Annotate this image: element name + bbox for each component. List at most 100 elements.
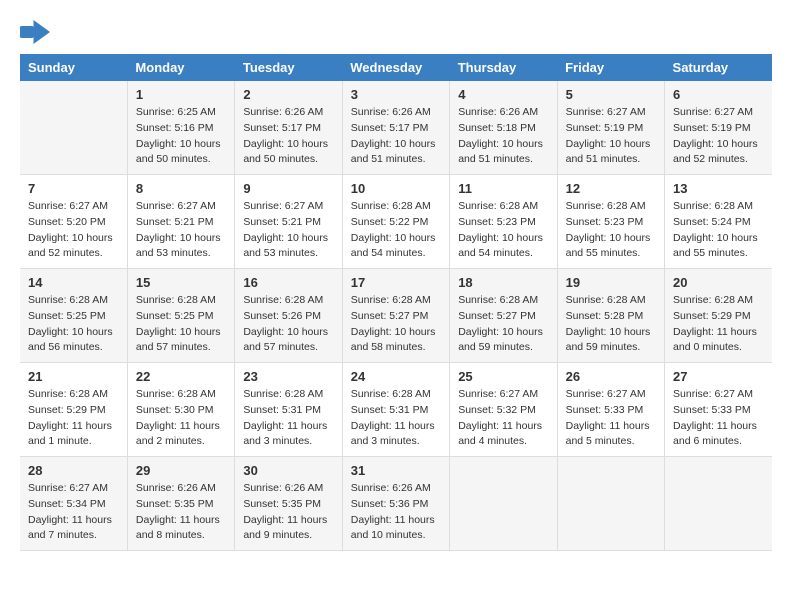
logo <box>20 20 54 44</box>
day-number: 11 <box>458 181 548 196</box>
calendar-cell: 20Sunrise: 6:28 AMSunset: 5:29 PMDayligh… <box>665 269 772 363</box>
calendar-cell: 27Sunrise: 6:27 AMSunset: 5:33 PMDayligh… <box>665 363 772 457</box>
day-number: 19 <box>566 275 656 290</box>
day-info: Sunrise: 6:28 AMSunset: 5:31 PMDaylight:… <box>351 387 441 450</box>
column-header-tuesday: Tuesday <box>235 54 342 81</box>
column-header-thursday: Thursday <box>450 54 557 81</box>
day-number: 12 <box>566 181 656 196</box>
day-number: 20 <box>673 275 764 290</box>
day-info: Sunrise: 6:26 AMSunset: 5:18 PMDaylight:… <box>458 105 548 168</box>
calendar-cell: 11 Sunrise: 6:28 AMSunset: 5:23 PMDayligh… <box>450 175 557 269</box>
week-row-3: 14 Sunrise: 6:28 AMSunset: 5:25 PMDayligh… <box>20 269 772 363</box>
day-number: 5 <box>566 87 656 102</box>
day-info: Sunrise: 6:28 AMSunset: 5:30 PMDaylight:… <box>136 387 226 450</box>
calendar-cell: 6 Sunrise: 6:27 AMSunset: 5:19 PMDaylight… <box>665 81 772 175</box>
day-info: Sunrise: 6:27 AMSunset: 5:20 PMDaylight:… <box>28 199 119 262</box>
column-header-sunday: Sunday <box>20 54 127 81</box>
calendar-cell: 15 Sunrise: 6:28 AMSunset: 5:25 PMDayligh… <box>127 269 234 363</box>
day-number: 4 <box>458 87 548 102</box>
day-number: 9 <box>243 181 333 196</box>
day-number: 25 <box>458 369 548 384</box>
calendar-cell: 9 Sunrise: 6:27 AMSunset: 5:21 PMDaylight… <box>235 175 342 269</box>
calendar-cell: 21 Sunrise: 6:28 AMSunset: 5:29 PMDayligh… <box>20 363 127 457</box>
day-info: Sunrise: 6:28 AMSunset: 5:29 PMDaylight:… <box>28 387 119 450</box>
week-row-2: 7 Sunrise: 6:27 AMSunset: 5:20 PMDaylight… <box>20 175 772 269</box>
calendar-cell: 28Sunrise: 6:27 AMSunset: 5:34 PMDayligh… <box>20 457 127 551</box>
day-number: 16 <box>243 275 333 290</box>
day-number: 23 <box>243 369 333 384</box>
day-info: Sunrise: 6:27 AMSunset: 5:33 PMDaylight:… <box>566 387 656 450</box>
calendar-cell: 25 Sunrise: 6:27 AMSunset: 5:32 PMDayligh… <box>450 363 557 457</box>
day-number: 28 <box>28 463 119 478</box>
calendar-cell: 31Sunrise: 6:26 AMSunset: 5:36 PMDayligh… <box>342 457 449 551</box>
calendar-cell: 10Sunrise: 6:28 AMSunset: 5:22 PMDayligh… <box>342 175 449 269</box>
day-number: 6 <box>673 87 764 102</box>
day-info: Sunrise: 6:28 AMSunset: 5:31 PMDaylight:… <box>243 387 333 450</box>
calendar-cell: 2Sunrise: 6:26 AMSunset: 5:17 PMDaylight… <box>235 81 342 175</box>
day-info: Sunrise: 6:26 AMSunset: 5:35 PMDaylight:… <box>243 481 333 544</box>
calendar-cell: 18 Sunrise: 6:28 AMSunset: 5:27 PMDayligh… <box>450 269 557 363</box>
day-info: Sunrise: 6:26 AMSunset: 5:17 PMDaylight:… <box>351 105 441 168</box>
page-header <box>20 20 772 44</box>
calendar-cell <box>557 457 664 551</box>
column-header-monday: Monday <box>127 54 234 81</box>
column-header-saturday: Saturday <box>665 54 772 81</box>
calendar-table: SundayMondayTuesdayWednesdayThursdayFrid… <box>20 54 772 551</box>
week-row-1: 1Sunrise: 6:25 AMSunset: 5:16 PMDaylight… <box>20 81 772 175</box>
day-number: 24 <box>351 369 441 384</box>
day-number: 22 <box>136 369 226 384</box>
day-info: Sunrise: 6:28 AMSunset: 5:27 PMDaylight:… <box>351 293 441 356</box>
calendar-cell: 3 Sunrise: 6:26 AMSunset: 5:17 PMDaylight… <box>342 81 449 175</box>
day-info: Sunrise: 6:27 AMSunset: 5:19 PMDaylight:… <box>673 105 764 168</box>
calendar-cell: 14 Sunrise: 6:28 AMSunset: 5:25 PMDayligh… <box>20 269 127 363</box>
calendar-cell: 30 Sunrise: 6:26 AMSunset: 5:35 PMDayligh… <box>235 457 342 551</box>
day-info: Sunrise: 6:27 AMSunset: 5:21 PMDaylight:… <box>243 199 333 262</box>
calendar-cell: 23 Sunrise: 6:28 AMSunset: 5:31 PMDayligh… <box>235 363 342 457</box>
day-info: Sunrise: 6:26 AMSunset: 5:36 PMDaylight:… <box>351 481 441 544</box>
day-info: Sunrise: 6:28 AMSunset: 5:28 PMDaylight:… <box>566 293 656 356</box>
day-info: Sunrise: 6:28 AMSunset: 5:25 PMDaylight:… <box>136 293 226 356</box>
day-number: 14 <box>28 275 119 290</box>
day-number: 15 <box>136 275 226 290</box>
day-info: Sunrise: 6:27 AMSunset: 5:32 PMDaylight:… <box>458 387 548 450</box>
day-info: Sunrise: 6:26 AMSunset: 5:17 PMDaylight:… <box>243 105 333 168</box>
calendar-cell: 8 Sunrise: 6:27 AMSunset: 5:21 PMDaylight… <box>127 175 234 269</box>
calendar-cell: 19 Sunrise: 6:28 AMSunset: 5:28 PMDayligh… <box>557 269 664 363</box>
day-info: Sunrise: 6:28 AMSunset: 5:27 PMDaylight:… <box>458 293 548 356</box>
calendar-cell: 17 Sunrise: 6:28 AMSunset: 5:27 PMDayligh… <box>342 269 449 363</box>
day-number: 1 <box>136 87 226 102</box>
day-number: 18 <box>458 275 548 290</box>
day-number: 21 <box>28 369 119 384</box>
calendar-body: 1Sunrise: 6:25 AMSunset: 5:16 PMDaylight… <box>20 81 772 551</box>
calendar-cell: 29 Sunrise: 6:26 AMSunset: 5:35 PMDayligh… <box>127 457 234 551</box>
day-number: 29 <box>136 463 226 478</box>
day-number: 8 <box>136 181 226 196</box>
calendar-cell: 24 Sunrise: 6:28 AMSunset: 5:31 PMDayligh… <box>342 363 449 457</box>
day-number: 7 <box>28 181 119 196</box>
day-number: 26 <box>566 369 656 384</box>
calendar-cell <box>20 81 127 175</box>
calendar-cell: 5 Sunrise: 6:27 AMSunset: 5:19 PMDaylight… <box>557 81 664 175</box>
day-number: 27 <box>673 369 764 384</box>
day-number: 30 <box>243 463 333 478</box>
calendar-header: SundayMondayTuesdayWednesdayThursdayFrid… <box>20 54 772 81</box>
calendar-cell: 4 Sunrise: 6:26 AMSunset: 5:18 PMDaylight… <box>450 81 557 175</box>
day-number: 17 <box>351 275 441 290</box>
calendar-cell <box>665 457 772 551</box>
calendar-cell <box>450 457 557 551</box>
calendar-cell: 16 Sunrise: 6:28 AMSunset: 5:26 PMDayligh… <box>235 269 342 363</box>
week-row-4: 21 Sunrise: 6:28 AMSunset: 5:29 PMDayligh… <box>20 363 772 457</box>
day-info: Sunrise: 6:26 AMSunset: 5:35 PMDaylight:… <box>136 481 226 544</box>
day-info: Sunrise: 6:28 AMSunset: 5:23 PMDaylight:… <box>458 199 548 262</box>
column-header-wednesday: Wednesday <box>342 54 449 81</box>
calendar-cell: 12 Sunrise: 6:28 AMSunset: 5:23 PMDayligh… <box>557 175 664 269</box>
logo-icon <box>20 20 50 44</box>
day-info: Sunrise: 6:27 AMSunset: 5:19 PMDaylight:… <box>566 105 656 168</box>
day-info: Sunrise: 6:28 AMSunset: 5:26 PMDaylight:… <box>243 293 333 356</box>
day-info: Sunrise: 6:27 AMSunset: 5:21 PMDaylight:… <box>136 199 226 262</box>
header-row: SundayMondayTuesdayWednesdayThursdayFrid… <box>20 54 772 81</box>
day-info: Sunrise: 6:28 AMSunset: 5:23 PMDaylight:… <box>566 199 656 262</box>
day-info: Sunrise: 6:28 AMSunset: 5:25 PMDaylight:… <box>28 293 119 356</box>
day-number: 3 <box>351 87 441 102</box>
day-info: Sunrise: 6:28 AMSunset: 5:22 PMDaylight:… <box>351 199 441 262</box>
